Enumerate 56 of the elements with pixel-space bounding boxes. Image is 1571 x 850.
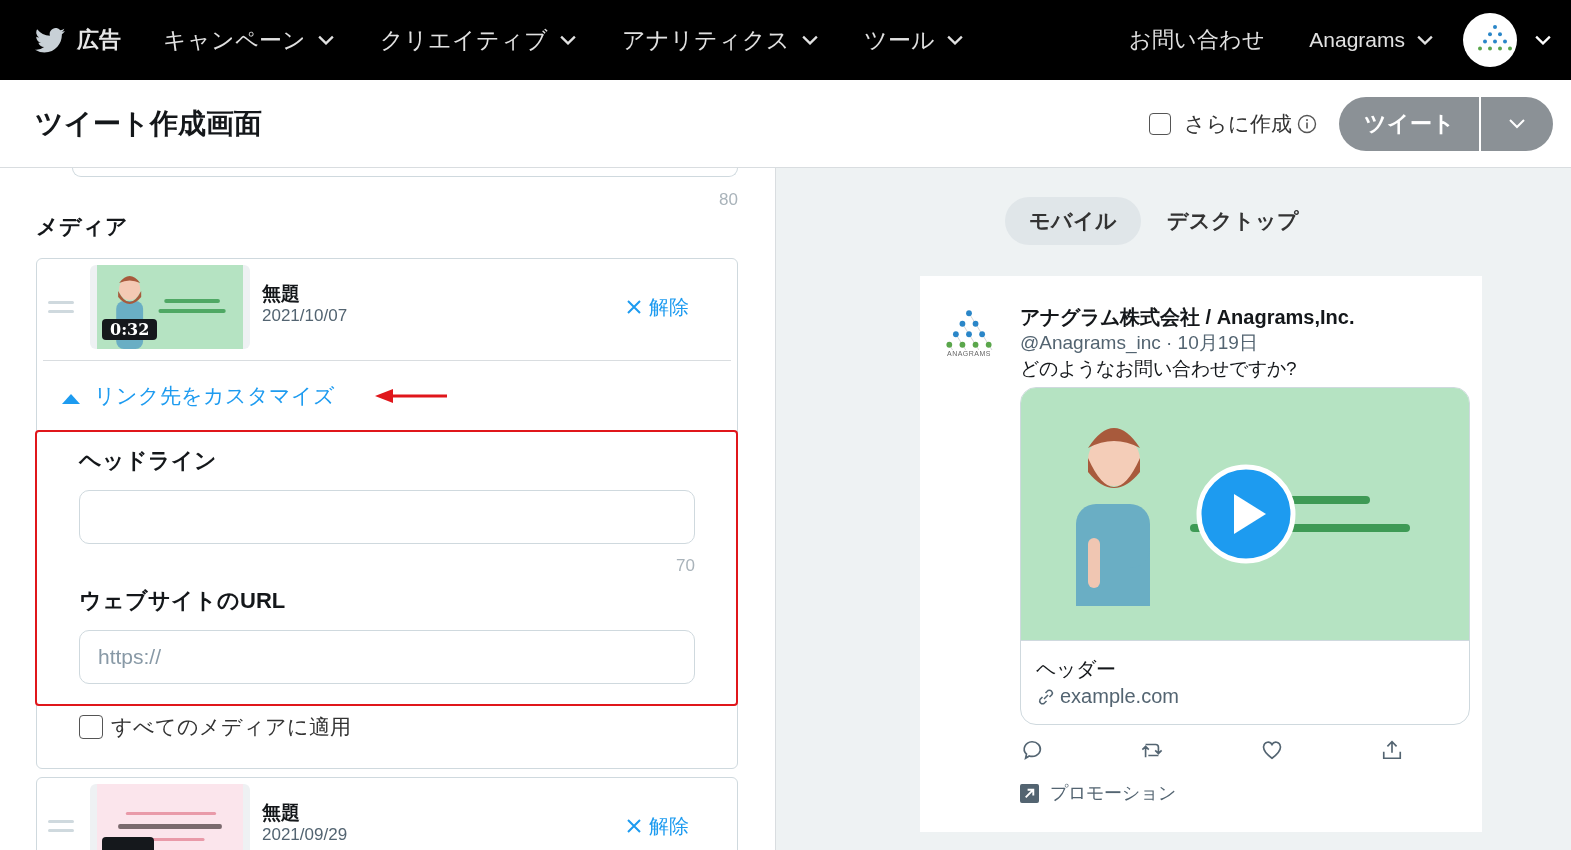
- checkbox[interactable]: [79, 715, 103, 739]
- media-title: 無題: [262, 802, 301, 824]
- close-icon: [627, 819, 641, 833]
- chevron-down-icon: [802, 35, 818, 45]
- checkbox-label: さらに作成: [1184, 110, 1292, 137]
- promoted-icon: [1020, 783, 1039, 803]
- link-icon: [1036, 686, 1056, 707]
- chevron-down-icon: [1417, 35, 1433, 45]
- chevron-down-icon: [947, 35, 963, 45]
- avatar-icon[interactable]: [1463, 13, 1517, 67]
- field-label: ヘッドライン: [79, 447, 218, 475]
- preview-tab[interactable]: デスクトップ: [1142, 197, 1323, 245]
- dropdown-button[interactable]: [1481, 96, 1553, 151]
- media-title: 無題: [262, 283, 301, 305]
- duration-badge: 0:32: [102, 319, 158, 340]
- handle-and-date: @Anagrams_inc · 10月19日: [1020, 331, 1259, 356]
- field-label: ウェブサイトのURL: [79, 587, 287, 615]
- nav-menu[interactable]: クリエイティブ: [380, 24, 576, 56]
- account-menu[interactable]: Anagrams: [1309, 28, 1433, 52]
- drag-handle-icon[interactable]: [48, 820, 74, 832]
- character-count: 80: [718, 190, 738, 210]
- triangle-icon: [62, 393, 80, 404]
- promoted-label: プロモーション: [1050, 782, 1176, 805]
- reply-icon[interactable]: [1021, 739, 1043, 761]
- page-title: ツイート作成画面: [35, 106, 262, 141]
- info-icon[interactable]: [1297, 113, 1317, 134]
- headline-field[interactable]: [79, 490, 695, 544]
- heart-icon[interactable]: [1261, 739, 1283, 761]
- nav-menu[interactable]: キャンペーン: [163, 24, 334, 56]
- chevron-down-icon: [318, 35, 334, 45]
- tweet-text: どのようなお問い合わせですか?: [1020, 357, 1298, 381]
- media-date: 2021/09/29: [262, 826, 348, 844]
- bird-logo-icon[interactable]: [35, 27, 65, 53]
- chevron-down-icon: [560, 35, 576, 45]
- annotation-arrow: [375, 388, 447, 403]
- section-heading: メディア: [36, 213, 129, 241]
- card-headline: ヘッダー: [1036, 657, 1117, 682]
- close-icon: [627, 300, 641, 314]
- url-field[interactable]: https://: [79, 630, 695, 684]
- drag-handle-icon[interactable]: [48, 301, 74, 313]
- checkbox-label: すべてのメディアに適用: [111, 714, 351, 740]
- play-button[interactable]: [1196, 464, 1296, 564]
- nav-menu[interactable]: アナリティクス: [622, 24, 818, 56]
- preview-tab[interactable]: モバイル: [1004, 197, 1141, 245]
- checkbox[interactable]: [1149, 112, 1171, 135]
- character-count: 70: [675, 556, 695, 576]
- account-name: アナグラム株式会社 / Anagrams,Inc.: [1020, 305, 1356, 330]
- brand-label[interactable]: 広告: [77, 25, 121, 55]
- nav-menu[interactable]: ツール: [864, 24, 963, 56]
- media-date: 2021/10/07: [262, 307, 348, 325]
- link-card[interactable]: ヘッダー example.com: [1020, 387, 1470, 725]
- chevron-down-icon: [1509, 118, 1525, 129]
- share-icon[interactable]: [1381, 739, 1403, 761]
- contact-link[interactable]: お問い合わせ: [1129, 25, 1266, 55]
- chevron-down-icon[interactable]: [1535, 35, 1551, 45]
- card-domain: example.com: [1060, 685, 1179, 708]
